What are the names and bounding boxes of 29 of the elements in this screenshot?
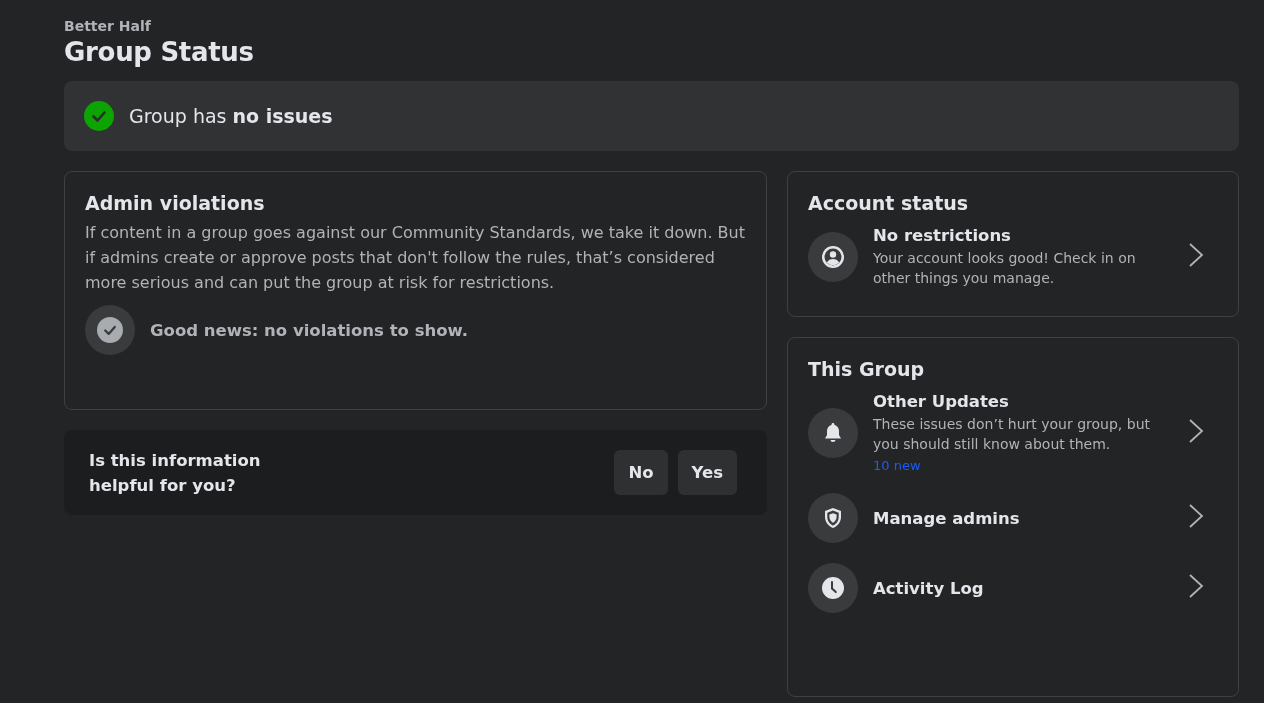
chevron-right-icon	[1188, 503, 1204, 529]
feedback-question: Is this information helpful for you?	[89, 449, 262, 497]
card-description: If content in a group goes against our Community Standards, we take it down. But if admins create or approve posts that don't follow the rules, that’s considered more serious and can put the group at risk for restrictions.	[85, 222, 746, 294]
chevron-right-icon	[1188, 573, 1204, 599]
list-item[interactable]: Other Updates These issues don’t hurt your group, but you should still know about them. 10 new	[808, 382, 1218, 483]
list-item[interactable]: Activity Log	[808, 553, 1218, 623]
item-description: These issues don’t hurt your group, but you should still know about them.	[873, 415, 1151, 454]
card-title: Admin violations	[85, 192, 266, 214]
list-item[interactable]: Manage admins	[808, 483, 1218, 553]
clock-icon	[821, 576, 845, 600]
chevron-right-icon	[1188, 417, 1204, 444]
item-title: No restrictions	[873, 226, 1012, 245]
page-title: Group Status	[64, 37, 255, 67]
person-icon	[821, 245, 845, 269]
group-name[interactable]: Better Half	[64, 18, 1239, 34]
no-violations-message: Good news: no violations to show.	[150, 320, 468, 340]
item-title: Activity Log	[873, 578, 985, 598]
status-message: Group has no issues	[129, 105, 333, 127]
card-title: This Group	[808, 358, 926, 380]
item-description: Your account looks good! Check in on other things you manage.	[873, 249, 1137, 288]
item-title: Manage admins	[873, 508, 1021, 528]
answer-button[interactable]: Yes	[677, 450, 737, 495]
list-item[interactable]: No restrictions Your account looks good! Check in on other things you manage.	[808, 216, 1218, 298]
new-count: 10 new	[873, 458, 922, 473]
check-icon	[97, 317, 123, 343]
card-title: Account status	[808, 192, 970, 214]
item-title: Other Updates	[873, 392, 1010, 411]
answer-button[interactable]: No	[614, 450, 668, 495]
chevron-right-icon	[1188, 242, 1204, 268]
